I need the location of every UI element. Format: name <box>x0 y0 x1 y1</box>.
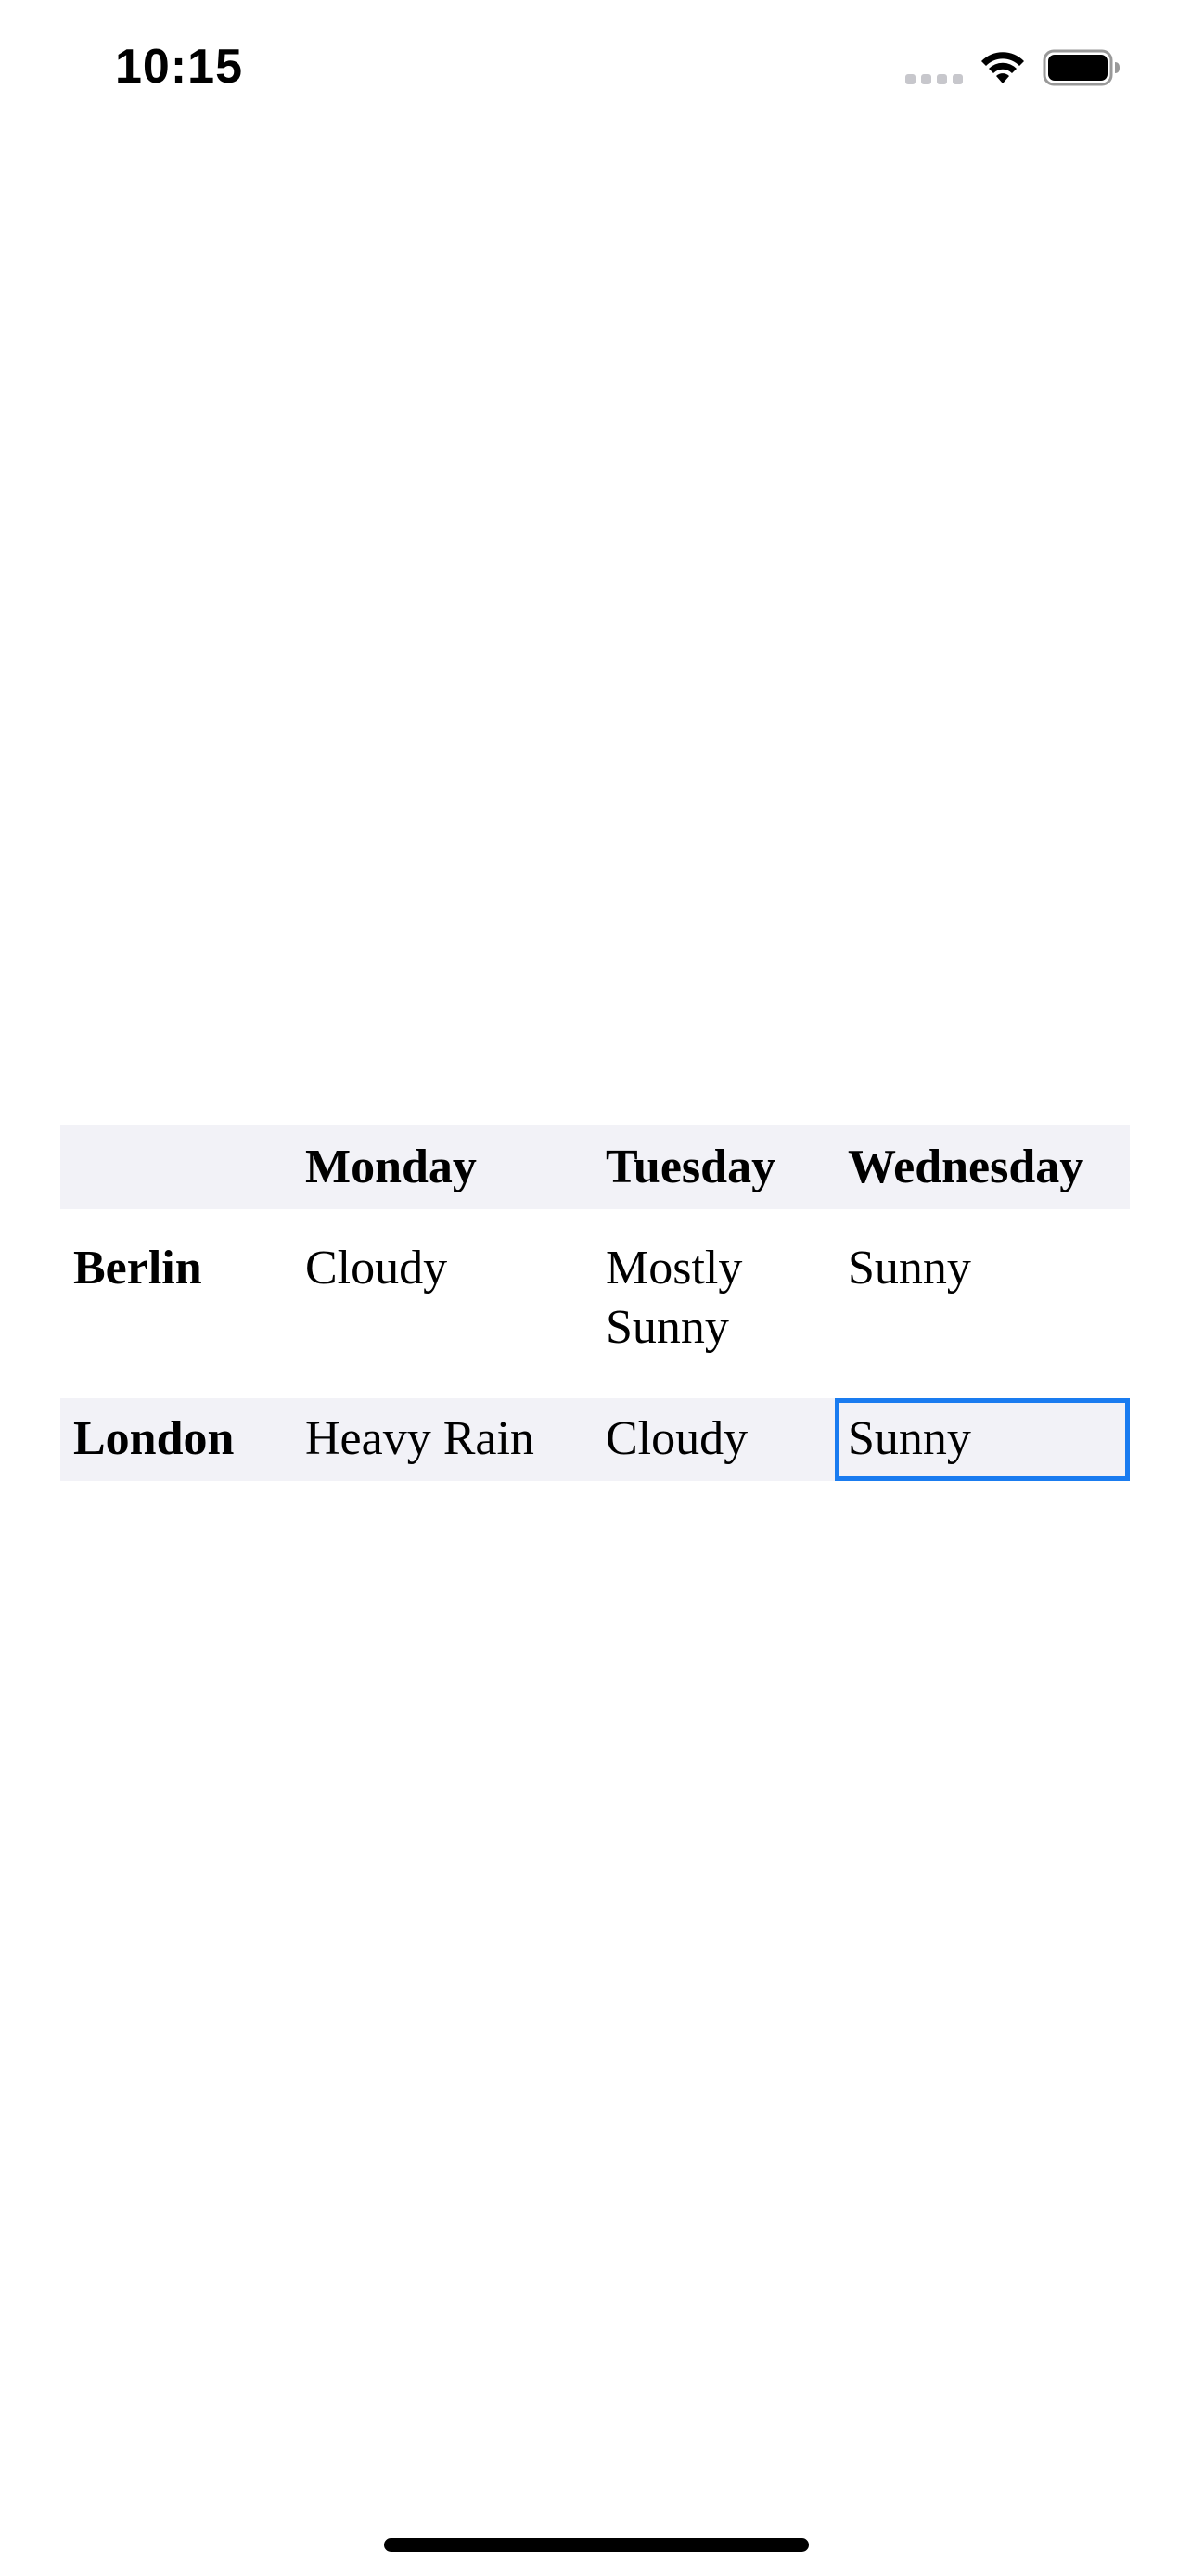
column-header-monday: Monday <box>305 1141 477 1193</box>
table-row: London Heavy Rain Cloudy Sunny <box>60 1398 1130 1481</box>
weather-table: Monday Tuesday Wednesday Berlin Cloudy M… <box>60 1125 1130 1481</box>
row-header-berlin: Berlin <box>60 1209 292 1398</box>
table-cell-london-monday[interactable]: Heavy Rain <box>292 1398 593 1481</box>
column-header-wednesday: Wednesday <box>848 1141 1084 1193</box>
table-cell-london-tuesday[interactable]: Cloudy <box>593 1398 835 1481</box>
table-cell-berlin-wednesday[interactable]: Sunny <box>835 1209 1130 1398</box>
column-header-tuesday: Tuesday <box>606 1141 776 1193</box>
home-indicator[interactable] <box>384 2538 809 2552</box>
table-row: Berlin Cloudy Mostly Sunny Sunny <box>60 1209 1130 1398</box>
status-bar: 10:15 <box>0 0 1191 139</box>
row-header-london: London <box>60 1398 292 1481</box>
wifi-icon <box>981 52 1024 83</box>
status-time: 10:15 <box>115 40 243 94</box>
corner-header-cell <box>60 1125 292 1209</box>
battery-icon <box>1043 49 1120 86</box>
table-cell-london-wednesday-selected[interactable]: Sunny <box>835 1398 1130 1481</box>
table-header-row: Monday Tuesday Wednesday <box>60 1125 1130 1209</box>
table-cell-berlin-monday[interactable]: Cloudy <box>292 1209 593 1398</box>
cellular-signal-icon <box>905 74 963 85</box>
table-cell-berlin-tuesday[interactable]: Mostly Sunny <box>593 1209 835 1398</box>
